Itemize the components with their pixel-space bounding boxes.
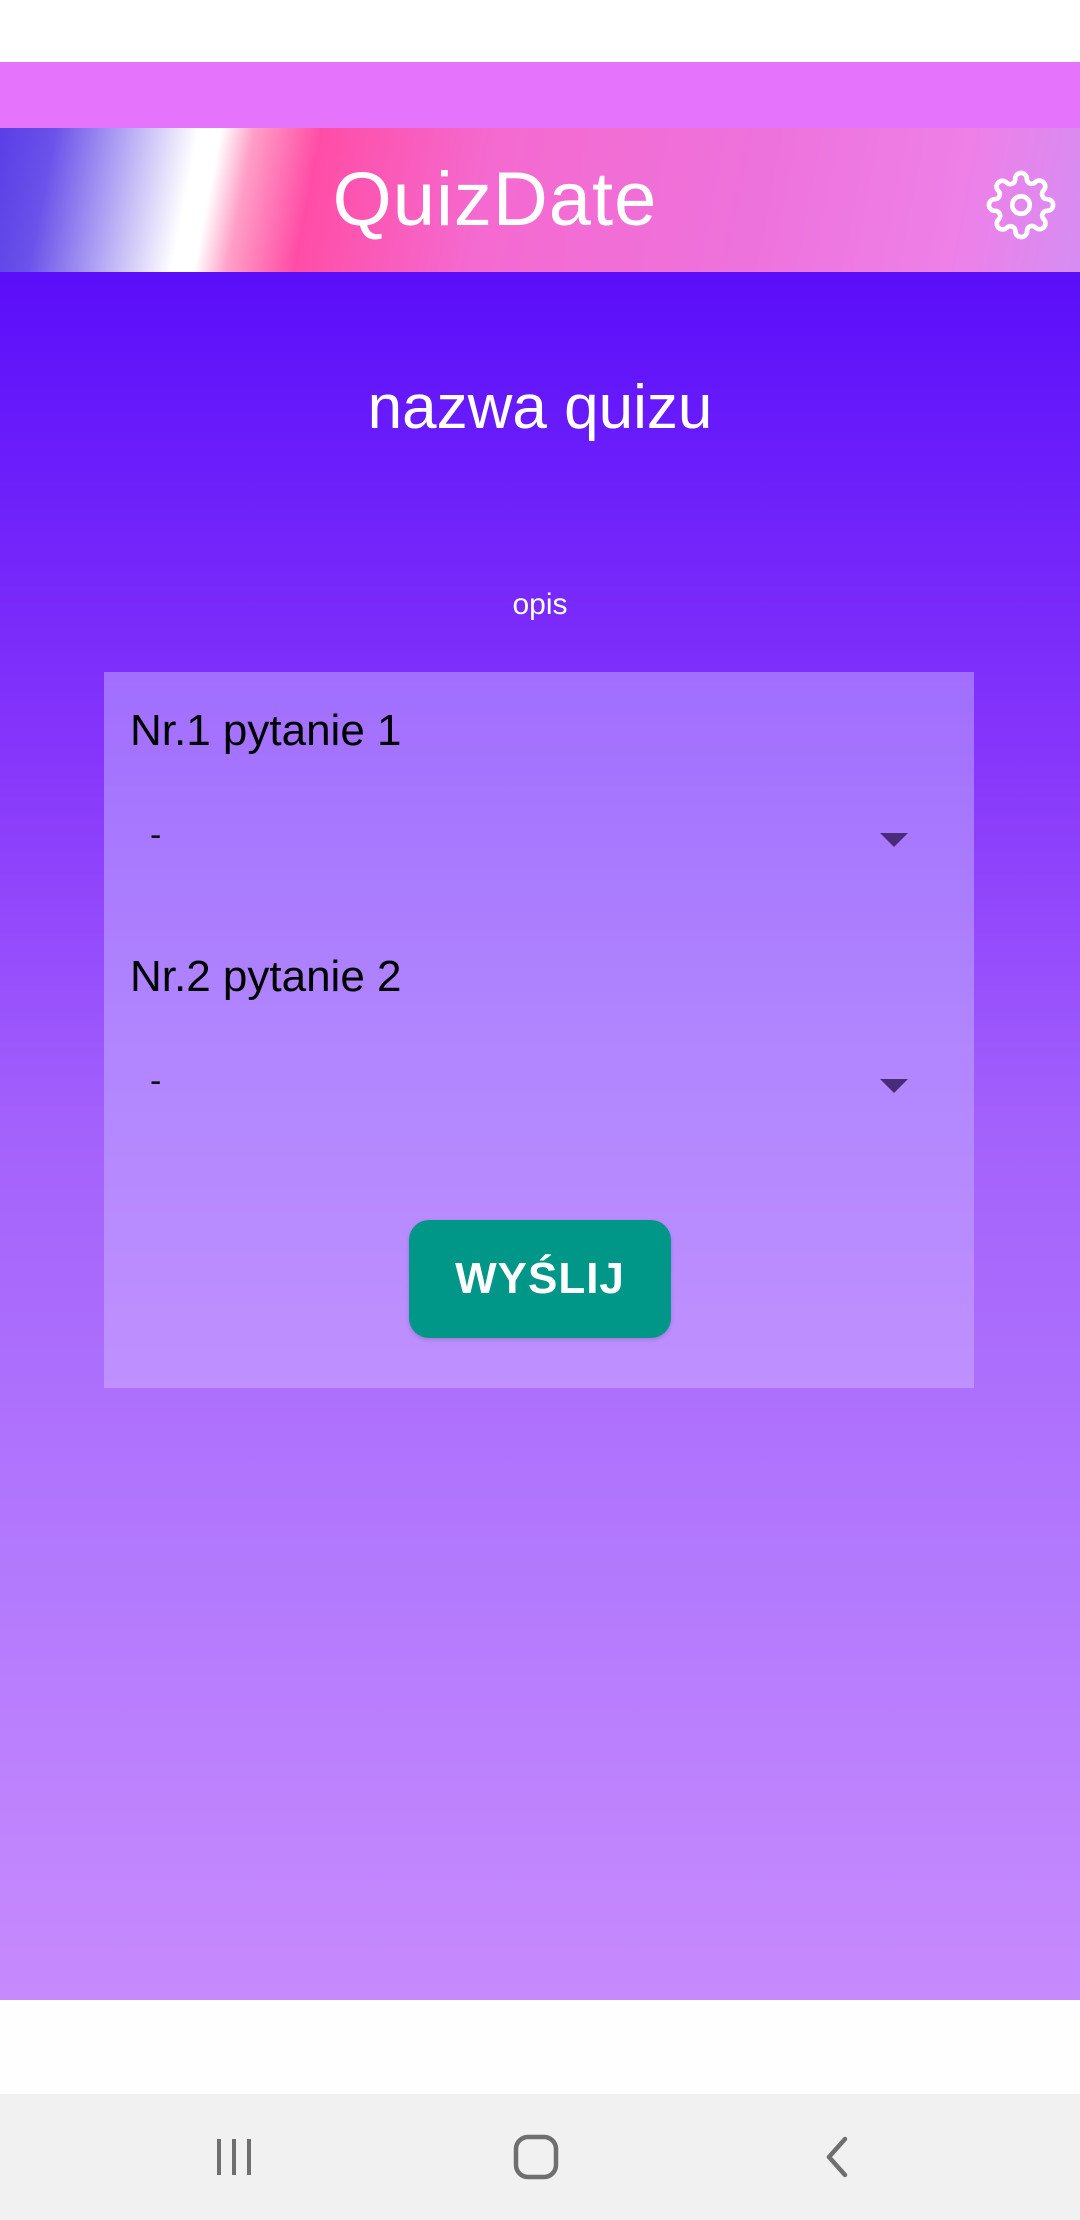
dropdown-selected-value: - (150, 816, 162, 854)
app-bar: QuizDate (0, 128, 1080, 272)
dropdown-arrow-icon (880, 1079, 908, 1093)
home-button[interactable] (496, 2122, 576, 2192)
back-icon (826, 2136, 848, 2178)
dropdown-selected-value: - (150, 1062, 162, 1100)
settings-button[interactable] (980, 164, 1062, 246)
submit-button[interactable]: WYŚLIJ (409, 1220, 671, 1338)
home-icon (513, 2134, 559, 2180)
quiz-content: nazwa quizu opis Nr.1 pytanie 1 - Nr.2 p… (0, 272, 1080, 2000)
status-bar (0, 0, 1080, 62)
system-nav-bar (0, 2094, 1080, 2220)
bottom-spacer (0, 2000, 1080, 2094)
gear-icon (986, 170, 1056, 240)
question-label-1: Nr.1 pytanie 1 (130, 706, 402, 755)
quiz-name: nazwa quizu (367, 373, 713, 442)
back-button[interactable] (798, 2122, 878, 2192)
recents-button[interactable] (194, 2122, 274, 2192)
accent-strip (0, 62, 1080, 128)
quiz-description: opis (512, 588, 568, 621)
app-title: QuizDate (332, 157, 658, 242)
answer-dropdown-2[interactable]: - (126, 1050, 926, 1120)
questions-card: Nr.1 pytanie 1 - Nr.2 pytanie 2 - WYŚLIJ (104, 672, 974, 1388)
answer-dropdown-1[interactable]: - (126, 804, 926, 874)
recents-icon (217, 2139, 251, 2175)
dropdown-arrow-icon (880, 833, 908, 847)
question-label-2: Nr.2 pytanie 2 (130, 952, 402, 1001)
